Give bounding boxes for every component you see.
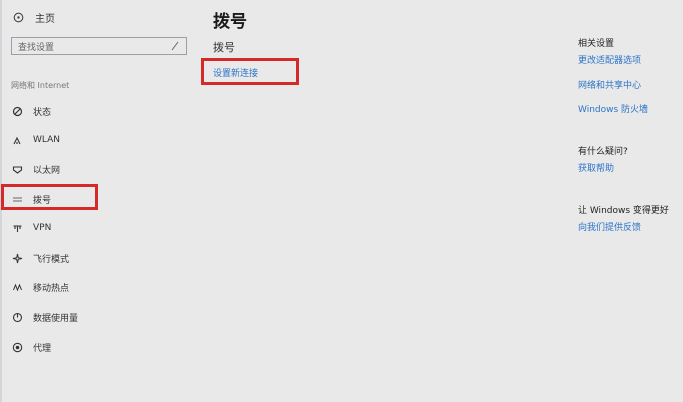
search-icon [169, 40, 181, 52]
page-title: 拨号 [213, 12, 247, 32]
home-label: 主页 [35, 13, 55, 25]
sidebar-item-ethernet[interactable]: 以太网 [11, 159, 60, 179]
section-header: 网络和 Internet [11, 81, 70, 90]
sidebar-item-label: 数据使用量 [33, 313, 79, 324]
airplane-icon [11, 252, 23, 264]
sidebar-item-label: 代理 [33, 343, 52, 354]
wifi-icon [11, 134, 23, 146]
proxy-icon [11, 341, 23, 353]
sidebar-item-status[interactable]: 状态 [11, 101, 51, 121]
sidebar-item-label: VPN [33, 223, 52, 233]
sidebar-highlight-box [1, 184, 98, 210]
sidebar-item-data-usage[interactable]: 数据使用量 [11, 307, 78, 327]
windows-firewall-link[interactable]: Windows 防火墙 [578, 102, 648, 115]
give-feedback-link[interactable]: 向我们提供反馈 [578, 220, 641, 233]
sidebar-item-airplane[interactable]: 飞行模式 [11, 248, 69, 268]
sidebar-item-label: 状态 [33, 107, 52, 118]
home-link[interactable]: 主页 [11, 8, 55, 26]
vpn-icon [11, 222, 23, 234]
data-usage-icon [11, 311, 23, 323]
help-heading: 有什么疑问? [578, 147, 628, 157]
settings-sidebar: 主页 查找设置 网络和 Internet 状态 WLAN 以太网 拨号 VPN … [0, 0, 200, 402]
search-input[interactable]: 查找设置 [11, 37, 187, 55]
network-sharing-center-link[interactable]: 网络和共享中心 [578, 78, 641, 91]
sidebar-item-label: 以太网 [33, 165, 61, 176]
sidebar-item-label: 飞行模式 [33, 254, 70, 265]
hotspot-icon [11, 281, 23, 293]
ethernet-icon [11, 163, 23, 175]
sidebar-item-wlan[interactable]: WLAN [11, 130, 60, 150]
sidebar-item-label: WLAN [33, 135, 61, 145]
status-icon [11, 105, 23, 117]
section-subtitle: 拨号 [213, 41, 235, 54]
get-help-link[interactable]: 获取帮助 [578, 161, 614, 174]
link-highlight-box [201, 58, 299, 85]
change-adapter-options-link[interactable]: 更改适配器选项 [578, 53, 641, 66]
home-icon [11, 10, 25, 24]
improve-windows-heading: 让 Windows 变得更好 [578, 206, 669, 216]
sidebar-item-hotspot[interactable]: 移动热点 [11, 277, 69, 297]
sidebar-item-proxy[interactable]: 代理 [11, 337, 51, 357]
sidebar-item-vpn[interactable]: VPN [11, 218, 51, 238]
sidebar-item-label: 移动热点 [33, 283, 70, 294]
related-settings-heading: 相关设置 [578, 39, 615, 49]
search-placeholder: 查找设置 [18, 42, 55, 53]
